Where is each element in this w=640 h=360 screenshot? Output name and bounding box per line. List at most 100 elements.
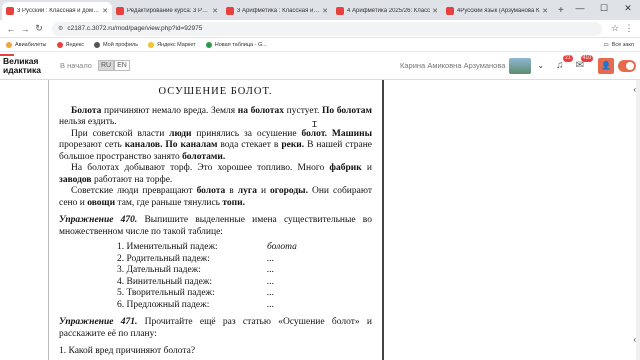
lang-ru-button[interactable]: RU <box>97 60 115 71</box>
bookmark-1[interactable]: Яндекс <box>56 41 84 48</box>
bookmark-label: Яндекс Маркет <box>157 41 196 48</box>
paragraph-3: На болотах добывают торф. Это хорошее то… <box>59 163 372 186</box>
text-run: нельзя ездить. <box>59 117 117 127</box>
tab-close-icon[interactable]: ✕ <box>102 7 108 15</box>
chevron-left-icon-bottom[interactable]: ‹ <box>633 335 636 344</box>
bookmark-2[interactable]: Мой профиль <box>94 41 139 48</box>
text-run: На болотах добывают торф. Это хорошее то… <box>71 163 330 173</box>
bookmark-3[interactable]: Яндекс Маркет <box>148 41 196 48</box>
star-icon[interactable]: ☆ <box>608 23 622 34</box>
user-menu-button[interactable]: 👤 <box>598 57 614 74</box>
back-icon[interactable]: ← <box>4 24 18 34</box>
case-label: 1. Именительный падеж: <box>117 242 218 252</box>
text-cursor-icon: Ꮖ <box>312 120 318 129</box>
text-run: в <box>225 186 238 196</box>
chevron-down-icon[interactable]: ⌄ <box>537 61 544 70</box>
tab-2[interactable]: 3 Арифметика : Классная и до ✕ <box>222 2 332 20</box>
tab-3[interactable]: 4 Арифметика 2025/26: Класс ✕ <box>332 2 442 20</box>
text-run: и <box>256 186 271 196</box>
bold-word: реки. <box>281 140 305 150</box>
case-label: 4. Винительный падеж: <box>117 276 213 287</box>
user-name[interactable]: Карина Амиковна Арзуманова <box>400 61 505 70</box>
maximize-icon[interactable]: ☐ <box>592 0 616 16</box>
bookmark-label: Мой профиль <box>103 41 139 48</box>
tab-title: Редактирование курса: 3 Русс <box>127 8 211 14</box>
tab-4[interactable]: 4Русский язык (Арзуманова К ✕ <box>442 2 552 20</box>
bookmark-label: Авиабилеты <box>15 41 47 48</box>
text-run: При советской власти <box>71 128 170 139</box>
menu-icon[interactable]: ⋮ <box>622 23 636 34</box>
bookmark-4[interactable]: Новая таблица - G... <box>205 41 267 48</box>
bold-word: овощи <box>87 197 116 208</box>
case-label: 2. Родительный падеж: <box>117 253 210 264</box>
tab-close-icon[interactable]: ✕ <box>542 7 548 15</box>
all-bookmarks-button[interactable]: ▭ Все закл <box>604 42 634 48</box>
tab-favicon-icon <box>226 7 234 15</box>
exercise-470-head: Упражнение 470. <box>59 215 138 225</box>
site-header: Великая идактика В начало RU EN Карина А… <box>0 52 640 80</box>
exercise-470: Упражнение 470. Выпишите выделенные имен… <box>59 215 372 238</box>
home-link[interactable]: В начало <box>60 61 92 70</box>
bold-word: топи. <box>222 197 245 208</box>
text-run: принялись за осушение <box>191 128 302 139</box>
case-label: 6. Предложный падеж: <box>117 299 210 310</box>
cases-table: 1. Именительный падеж: болота 2. Родительн… <box>117 242 372 311</box>
bookmarks-bar: Авиабилеты Яндекс Мой профиль Яндекс Маркет… <box>0 38 640 52</box>
tab-favicon-icon <box>116 7 124 15</box>
text-run: вода стекает в <box>217 140 282 150</box>
url-input[interactable]: ⚙ c2187.c.3072.ru/mod/page/view.php?id=9… <box>52 21 602 36</box>
bold-word: Машины <box>331 128 373 139</box>
tab-title: 4Русский язык (Арзуманова К <box>457 8 540 14</box>
reload-icon[interactable]: ↻ <box>32 23 46 34</box>
chevron-left-icon[interactable]: ‹ <box>633 85 636 94</box>
all-bookmarks-label: Все закл <box>611 41 634 48</box>
case-row: 1. Именительный падеж: болота <box>117 242 372 254</box>
page-scrollbar[interactable] <box>636 80 640 360</box>
tab-close-icon[interactable]: ✕ <box>212 7 218 15</box>
right-blank-area <box>386 80 636 360</box>
bookmark-0[interactable]: Авиабилеты <box>6 41 47 48</box>
bookmark-favicon-icon <box>94 41 101 48</box>
article-title: ОСУШЕНИЕ БОЛОТ. <box>158 86 273 97</box>
folder-icon: ▭ <box>603 41 609 48</box>
case-value: ... <box>267 299 275 310</box>
bold-word: огороды. <box>270 186 308 196</box>
site-info-icon[interactable]: ⚙ <box>58 25 63 32</box>
bookmark-label: Новая таблица - G... <box>214 41 267 48</box>
left-blank-panel <box>0 80 48 360</box>
tab-bar: 3 Русский : Классная и домаш ✕ Редактирова… <box>0 0 640 20</box>
bold-word: болота <box>196 186 226 196</box>
tab-close-icon[interactable]: ✕ <box>432 7 438 15</box>
case-label: 3. Дательный падеж: <box>117 265 201 275</box>
tab-1[interactable]: Редактирование курса: 3 Русс ✕ <box>112 2 222 20</box>
url-text: c2187.c.3072.ru/mod/page/view.php?id=929… <box>67 25 203 32</box>
logo-line-2: идактика <box>3 64 41 75</box>
exercise-471-head: Упражнение 471. <box>59 317 138 327</box>
bold-word: заводов <box>59 174 92 185</box>
text-run: пустует. <box>284 105 323 116</box>
site-logo[interactable]: Великая идактика <box>0 53 50 75</box>
edit-mode-toggle[interactable] <box>618 59 636 72</box>
text-run: прорезают сеть <box>59 140 125 150</box>
bookmark-favicon-icon <box>6 41 12 48</box>
paragraph-1: Болота причиняют немало вреда. Земля на … <box>59 106 372 129</box>
bell-icon[interactable]: ♫ 21 <box>556 55 573 71</box>
bold-word: каналов. <box>124 140 163 150</box>
case-row: 4. Винительный падеж:... <box>117 277 372 289</box>
case-value: ... <box>267 288 275 298</box>
lang-en-button[interactable]: EN <box>114 60 130 71</box>
messages-icon[interactable]: ✉ 410 <box>576 55 593 71</box>
bold-word: луга <box>237 186 257 196</box>
forward-icon[interactable]: → <box>18 24 32 34</box>
close-window-icon[interactable]: ✕ <box>616 0 640 16</box>
window-controls: — ☐ ✕ <box>568 0 640 16</box>
bold-word: фабрик <box>329 163 362 173</box>
question-1: 1. Какой вред причиняют болота? <box>59 346 196 356</box>
text-run: причиняют немало вреда. Земля <box>101 105 238 116</box>
address-bar-row: ← → ↻ ⚙ c2187.c.3072.ru/mod/page/view.ph… <box>0 20 640 38</box>
tab-favicon-icon <box>336 7 344 15</box>
avatar[interactable] <box>509 57 532 74</box>
tab-close-icon[interactable]: ✕ <box>322 7 328 15</box>
minimize-icon[interactable]: — <box>568 0 592 16</box>
tab-0[interactable]: 3 Русский : Классная и домаш ✕ <box>2 2 112 20</box>
